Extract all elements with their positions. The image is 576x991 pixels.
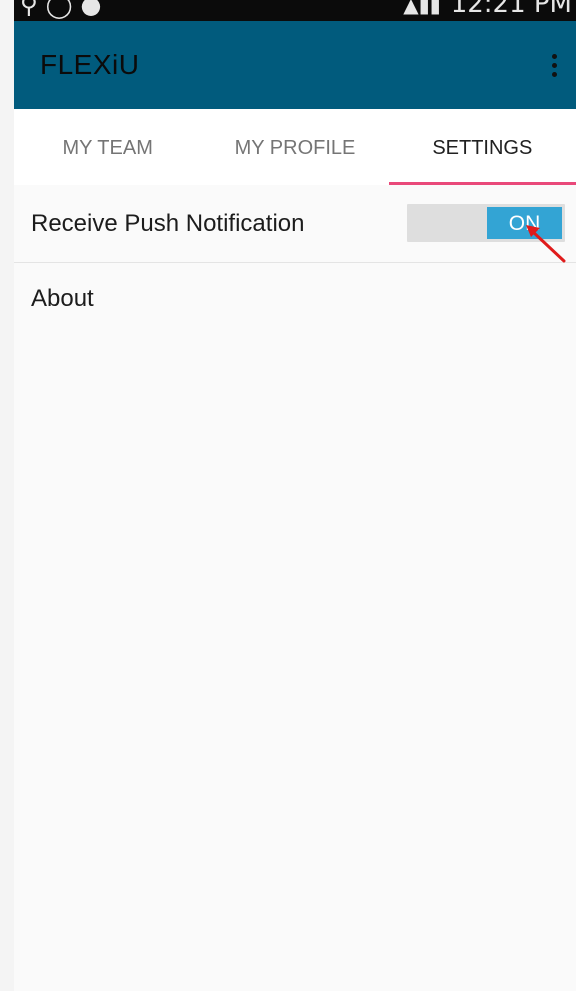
status-icons: ⚲◯● <box>20 0 109 19</box>
menu-dot <box>552 63 557 68</box>
screenshot-frame: ⚲◯● ▲▮▮ 12:21 PM FLEXiU MY TEAM MY PROFIL… <box>0 0 576 991</box>
menu-dot <box>552 54 557 59</box>
push-notification-row: Receive Push Notification ON <box>14 185 576 263</box>
tab-label: MY TEAM <box>62 137 153 159</box>
tab-settings[interactable]: SETTINGS <box>388 109 576 185</box>
tab-bar: MY TEAM MY PROFILE SETTINGS <box>14 109 576 185</box>
settings-list: Receive Push Notification ON About <box>14 185 576 991</box>
about-label: About <box>31 285 94 312</box>
app-title: FLEXiU <box>40 49 140 80</box>
menu-dot <box>552 72 557 77</box>
status-right: ▲▮▮ 12:21 PM <box>403 0 572 19</box>
annotation-arrow-icon <box>526 225 566 263</box>
status-bar: ⚲◯● ▲▮▮ 12:21 PM <box>14 0 576 21</box>
signal-icon: ▲▮▮ <box>403 0 441 17</box>
overflow-menu-icon[interactable] <box>546 51 562 81</box>
notification-icon: ● <box>80 0 110 19</box>
sync-icon: ◯ <box>45 0 81 19</box>
phone-screen: ⚲◯● ▲▮▮ 12:21 PM FLEXiU MY TEAM MY PROFIL… <box>14 0 576 991</box>
about-row[interactable]: About <box>14 263 576 335</box>
tab-label: SETTINGS <box>432 137 533 159</box>
tab-my-team[interactable]: MY TEAM <box>14 109 201 185</box>
app-bar: FLEXiU <box>14 21 576 109</box>
tab-label: MY PROFILE <box>234 137 356 159</box>
tab-my-profile[interactable]: MY PROFILE <box>201 109 388 185</box>
status-time: 12:21 PM <box>450 0 572 19</box>
push-notification-label: Receive Push Notification <box>31 210 305 237</box>
alarm-icon: ⚲ <box>20 0 46 19</box>
